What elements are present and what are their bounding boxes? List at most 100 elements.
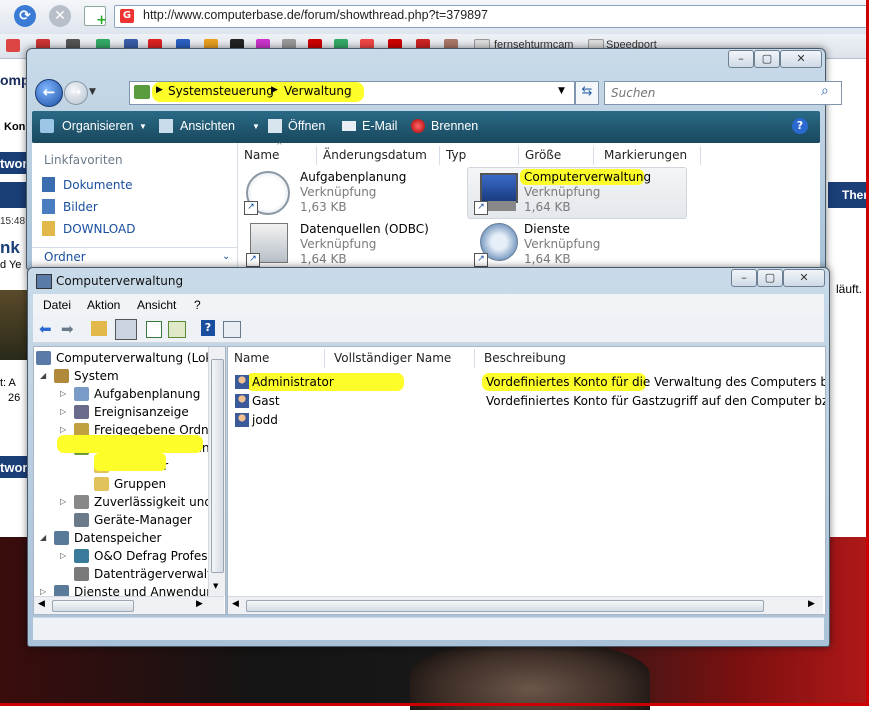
chevron-down-icon[interactable]: ⌄ xyxy=(222,251,230,262)
collapsed-arrow-icon[interactable]: ▷ xyxy=(60,403,70,421)
minimize-button[interactable]: – xyxy=(728,50,754,68)
file-name[interactable]: Datenquellen (ODBC) xyxy=(300,222,429,236)
collapsed-arrow-icon[interactable]: ▷ xyxy=(60,385,70,403)
chevron-down-icon[interactable]: ▼ xyxy=(139,122,147,131)
menu-file[interactable]: Datei xyxy=(43,298,71,312)
search-box[interactable]: ⌕ xyxy=(604,81,842,105)
column-header[interactable]: Name xyxy=(228,349,325,368)
horizontal-scrollbar[interactable]: ◀ ▶ xyxy=(34,596,224,614)
folders-label[interactable]: Ordner xyxy=(44,250,86,264)
favorite-documents[interactable]: Dokumente xyxy=(63,178,133,192)
table-row[interactable]: Administrator Vordefiniertes Konto für d… xyxy=(232,373,825,392)
views-button[interactable]: Ansichten xyxy=(180,119,235,133)
column-header[interactable]: Größe xyxy=(519,146,594,165)
shortcut-arrow-icon: ↗ xyxy=(246,253,260,267)
column-header[interactable]: Vollständiger Name xyxy=(328,349,475,368)
column-header[interactable]: Änderungsdatum xyxy=(317,146,440,165)
favorite-pictures[interactable]: Bilder xyxy=(63,200,98,214)
scroll-left-icon[interactable]: ◀ xyxy=(232,599,239,609)
horizontal-scrollbar[interactable]: ◀ ▶ xyxy=(228,596,823,614)
page-fragment: 15:48 xyxy=(0,216,26,227)
file-item[interactable]: ↗ xyxy=(244,169,290,215)
address-bar[interactable]: ▶ Systemsteuerung ▶ Verwaltung ▼ xyxy=(129,81,575,105)
table-row[interactable]: Gast Vordefiniertes Konto für Gastzugrif… xyxy=(232,392,825,411)
scrollbar-thumb[interactable] xyxy=(52,600,134,612)
back-icon[interactable]: ⬅ xyxy=(39,320,52,338)
chevron-down-icon[interactable]: ▼ xyxy=(558,86,565,96)
search-icon[interactable]: ⌕ xyxy=(821,83,829,99)
refresh-icon[interactable] xyxy=(146,321,162,338)
scrollbar-thumb[interactable] xyxy=(211,359,224,573)
column-header[interactable]: Markierungen xyxy=(598,146,701,165)
close-button[interactable]: ✕ xyxy=(780,50,822,68)
file-type: Verknüpfung xyxy=(524,237,601,251)
scroll-down-icon[interactable]: ▼ xyxy=(213,582,218,590)
documents-icon xyxy=(42,177,55,192)
properties-icon[interactable] xyxy=(223,321,241,338)
search-input[interactable] xyxy=(609,84,813,102)
stop-icon[interactable]: ✕ xyxy=(49,5,71,27)
file-item[interactable]: ↗ xyxy=(474,171,518,215)
expanded-arrow-icon[interactable]: ◢ xyxy=(40,529,50,547)
file-item[interactable]: ↗ xyxy=(474,221,518,267)
refresh-icon[interactable]: ⇆ xyxy=(575,81,599,105)
folder-icon xyxy=(42,221,55,236)
export-icon[interactable] xyxy=(168,321,186,338)
tree-item-label: System xyxy=(74,369,119,383)
file-type: Verknüpfung xyxy=(524,185,601,199)
menu-action[interactable]: Aktion xyxy=(87,298,120,312)
url-bar[interactable]: G http://www.computerbase.de/forum/showt… xyxy=(114,5,868,28)
maximize-button[interactable]: ▢ xyxy=(757,269,783,287)
close-button[interactable]: ✕ xyxy=(783,269,825,287)
minimize-button[interactable]: – xyxy=(731,269,757,287)
back-icon[interactable]: ← xyxy=(35,79,63,107)
file-size: 1,64 KB xyxy=(300,252,347,266)
console-tree: Computerverwaltung (Loka ◢ System ▷ Aufgaben… xyxy=(33,346,226,615)
vertical-scrollbar[interactable]: ▼ xyxy=(208,347,225,596)
forward-icon[interactable]: ➡ xyxy=(61,320,74,338)
page-fragment: twor xyxy=(0,156,28,171)
up-folder-icon[interactable] xyxy=(91,321,107,336)
burn-button[interactable]: Brennen xyxy=(431,119,478,133)
chevron-down-icon[interactable]: ▼ xyxy=(252,122,260,131)
column-label: Änderungsdatum xyxy=(323,148,427,162)
computer-icon xyxy=(480,173,518,203)
clock-icon xyxy=(74,387,89,401)
file-name[interactable]: Computerverwaltung xyxy=(524,170,651,184)
browser-toolbar: ⟳ ✕ + G http://www.computerbase.de/forum… xyxy=(0,0,869,35)
file-item[interactable]: ↗ xyxy=(246,221,290,267)
tree-item-label: Aufgabenplanung xyxy=(94,387,201,401)
column-header[interactable]: Beschreibung xyxy=(478,349,814,368)
column-header[interactable]: Typ xyxy=(440,146,519,165)
breadcrumb-item[interactable]: Systemsteuerung xyxy=(168,84,274,98)
menu-help[interactable]: ? xyxy=(194,298,201,312)
email-button[interactable]: E-Mail xyxy=(362,119,397,133)
scroll-right-icon[interactable]: ▶ xyxy=(196,599,203,609)
show-tree-icon[interactable] xyxy=(115,319,137,340)
organize-button[interactable]: Organisieren xyxy=(62,119,134,133)
refresh-icon[interactable]: ⟳ xyxy=(14,5,36,27)
breadcrumb-item[interactable]: Verwaltung xyxy=(284,84,352,98)
forward-icon[interactable]: → xyxy=(64,81,88,105)
tree-item-label: Ereignisanzeige xyxy=(94,405,189,419)
table-row[interactable]: jodd xyxy=(232,411,822,430)
menu-view[interactable]: Ansicht xyxy=(137,298,176,312)
expanded-arrow-icon[interactable]: ◢ xyxy=(40,367,50,385)
scroll-left-icon[interactable]: ◀ xyxy=(38,599,45,609)
scroll-right-icon[interactable]: ▶ xyxy=(808,599,815,609)
new-tab-icon[interactable]: + xyxy=(84,6,107,28)
scrollbar-thumb[interactable] xyxy=(246,600,764,612)
file-name[interactable]: Dienste xyxy=(524,222,570,236)
collapsed-arrow-icon[interactable]: ▷ xyxy=(60,493,70,511)
explorer-window: – ▢ ✕ ← → ▼ ▶ Systemsteuerung ▶ Verwaltu… xyxy=(26,48,842,270)
help-icon[interactable]: ? xyxy=(201,320,215,336)
help-icon[interactable]: ? xyxy=(792,118,808,134)
file-name[interactable]: Aufgabenplanung xyxy=(300,170,406,184)
favorite-download[interactable]: DOWNLOAD xyxy=(63,222,135,236)
bookmark-icon[interactable] xyxy=(6,39,20,52)
history-dropdown-icon[interactable]: ▼ xyxy=(89,87,96,97)
collapsed-arrow-icon[interactable]: ▷ xyxy=(60,547,70,565)
tree-item-label: Geräte-Manager xyxy=(94,513,192,527)
open-button[interactable]: Öffnen xyxy=(288,119,325,133)
maximize-button[interactable]: ▢ xyxy=(754,50,780,68)
